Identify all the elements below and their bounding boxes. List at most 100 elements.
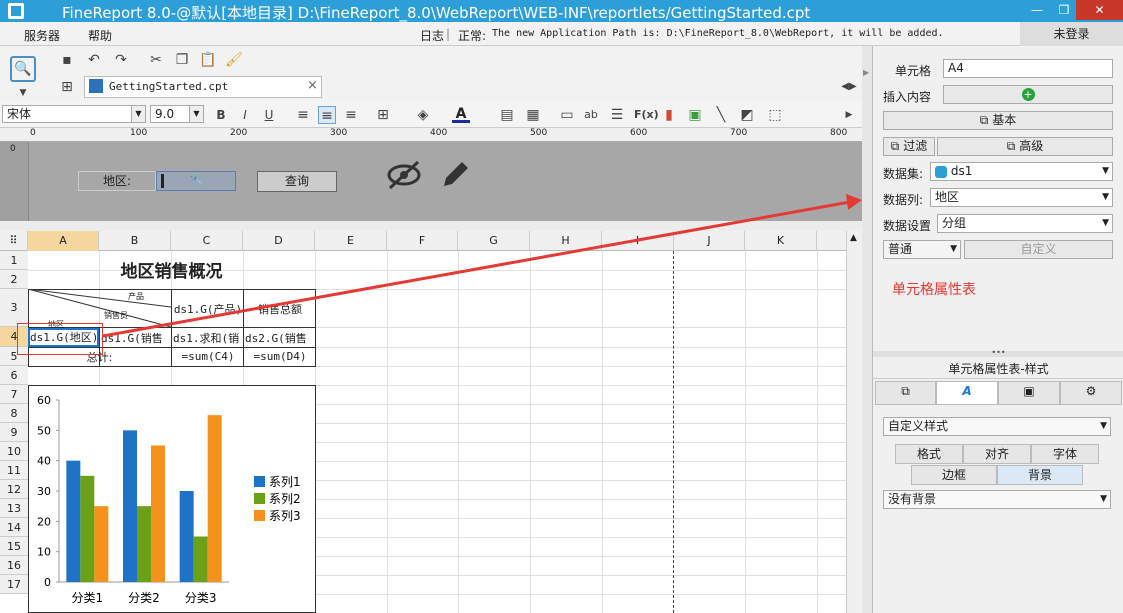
filter-button[interactable]: ⧉ 过滤 [883,137,935,156]
font-family-select[interactable]: 宋体 ▼ [2,105,146,123]
region-combo[interactable]: 🔧 [156,171,236,191]
style-tab-style[interactable]: A [936,381,998,405]
copy-icon[interactable]: ❐ [173,51,191,69]
panel-splitter[interactable]: ▶ [862,46,872,613]
minimize-button[interactable]: — [1020,0,1054,20]
cell-c4[interactable]: ds1.求和(销 [173,330,243,346]
row-header[interactable]: 13 [0,499,28,518]
fill-color-icon[interactable]: ◈ [414,106,432,124]
row-header[interactable]: 7 [0,385,28,404]
font-size-select[interactable]: 9.0 ▼ [150,105,204,123]
col-header-g[interactable]: G [458,231,530,251]
cell-d3[interactable]: 销售总额 [245,301,315,317]
basic-button[interactable]: ⧉ 基本 [883,111,1113,130]
col-header-h[interactable]: H [530,231,602,251]
more-icon[interactable]: ⬚ [766,106,784,124]
subtab-font[interactable]: 字体 [1031,444,1099,464]
preview-icon[interactable]: 🔍 [10,56,36,82]
italic-button[interactable]: I [236,106,254,124]
new-template-icon[interactable]: ⊞ [58,78,76,96]
font-color-icon[interactable]: A [452,105,470,123]
border-icon[interactable]: ⊞ [374,106,392,124]
merge-cell-icon[interactable]: ▤ [498,106,516,124]
format-brush-icon[interactable]: 🖌 [225,51,243,69]
format-more-arrow-icon[interactable]: ▶ [840,106,858,124]
custom-button[interactable]: 自定义 [964,240,1113,259]
hide-eye-icon[interactable] [386,158,422,192]
row-header[interactable]: 15 [0,537,28,556]
chart-container[interactable]: 0 10 20 30 40 50 60 分类1 分类2 分类3 系列1 系列2 系列3 [28,385,316,613]
text-ab-icon[interactable]: ab [582,106,600,124]
row-header[interactable]: 2 [0,270,28,289]
preview-dropdown-icon[interactable]: ▼ [14,84,32,102]
col-header-b[interactable]: B [99,231,171,251]
pane-splitter[interactable] [0,221,862,231]
save-icon[interactable]: ▪ [58,51,76,69]
row-header[interactable]: 10 [0,442,28,461]
edit-pencil-icon[interactable] [438,158,472,192]
template-tab[interactable]: GettingStarted.cpt × [84,76,322,98]
bold-button[interactable]: B [212,106,230,124]
data-setting-select[interactable]: 分组 ▼ [937,214,1113,233]
restore-button[interactable]: ❐ [1054,0,1074,20]
insert-content-button[interactable]: + [943,85,1113,104]
col-header-k[interactable]: K [745,231,817,251]
cell-d4[interactable]: ds2.G(销售 [245,330,315,346]
row-header[interactable]: 12 [0,480,28,499]
report-title[interactable]: 地区销售概况 [28,259,315,285]
insert-slash-icon[interactable]: ╲ [712,106,730,124]
col-header-a[interactable]: A [28,231,99,251]
style-tab-settings[interactable]: ⚙ [1060,381,1122,405]
col-header-f[interactable]: F [387,231,458,251]
style-tab-cell[interactable]: ⧉ [875,381,936,405]
col-header-c[interactable]: C [171,231,243,251]
insert-image-icon[interactable]: ▣ [686,106,704,124]
advanced-button[interactable]: ⧉ 高级 [937,137,1113,156]
row-header[interactable]: 14 [0,518,28,537]
subtab-format[interactable]: 格式 [895,444,963,464]
subtab-align[interactable]: 对齐 [963,444,1031,464]
insert-chart-icon[interactable]: ▮ [660,106,678,124]
align-left-icon[interactable]: ≡ [294,106,312,124]
formula-icon[interactable]: F(x) [634,106,659,124]
cell-c5[interactable]: =sum(C4) [173,350,243,363]
align-center-icon[interactable]: ≡ [318,106,336,124]
query-button[interactable]: 查询 [257,171,337,192]
subtab-border[interactable]: 边框 [911,465,997,485]
log-link[interactable]: 日志 [420,27,444,44]
row-header[interactable]: 17 [0,575,28,594]
column-select[interactable]: 地区 ▼ [930,188,1113,207]
style-select[interactable]: 自定义样式 ▼ [883,417,1111,436]
row-header[interactable]: 11 [0,461,28,480]
col-header-d[interactable]: D [243,231,315,251]
tab-list-arrow-icon[interactable]: ◀▶ [840,78,858,96]
cell-name-input[interactable]: A4 [943,59,1113,78]
menu-server[interactable]: 服务器 [24,27,60,44]
tab-close-button[interactable]: × [307,78,318,93]
cut-icon[interactable]: ✂ [147,51,165,69]
login-button[interactable]: 未登录 [1020,22,1123,46]
panel-divider[interactable]: ••• [873,349,1123,357]
col-header-j[interactable]: J [674,231,745,251]
select-all-corner[interactable]: ⠿ [0,231,28,251]
cell-d5[interactable]: =sum(D4) [245,350,315,363]
background-select[interactable]: 没有背景 ▼ [883,490,1111,509]
row-header[interactable]: 9 [0,423,28,442]
row-header[interactable]: 1 [0,251,28,270]
subtab-background[interactable]: 背景 [997,465,1083,485]
col-header-i[interactable]: I [602,231,674,251]
undo-icon[interactable]: ↶ [85,51,103,69]
col-header-e[interactable]: E [315,231,387,251]
underline-button[interactable]: U [260,106,278,124]
insert-text-icon[interactable]: ▭ [558,106,576,124]
menu-help[interactable]: 帮助 [88,27,112,44]
report-grid[interactable]: ⠿ A B C D E F G H I J K ▲ 1 2 3 4 5 6 7 8 9 10 11 1… [0,231,862,613]
redo-icon[interactable]: ↷ [112,51,130,69]
style-tab-widget[interactable]: ▣ [998,381,1060,405]
vertical-scrollbar[interactable]: ▲ [846,231,862,613]
cell-b4[interactable]: ds1.G(销售 [101,330,171,346]
unmerge-cell-icon[interactable]: ▦ [524,106,542,124]
row-header[interactable]: 8 [0,404,28,423]
richtext-icon[interactable]: ☰ [608,106,626,124]
insert-subreport-icon[interactable]: ◩ [738,106,756,124]
